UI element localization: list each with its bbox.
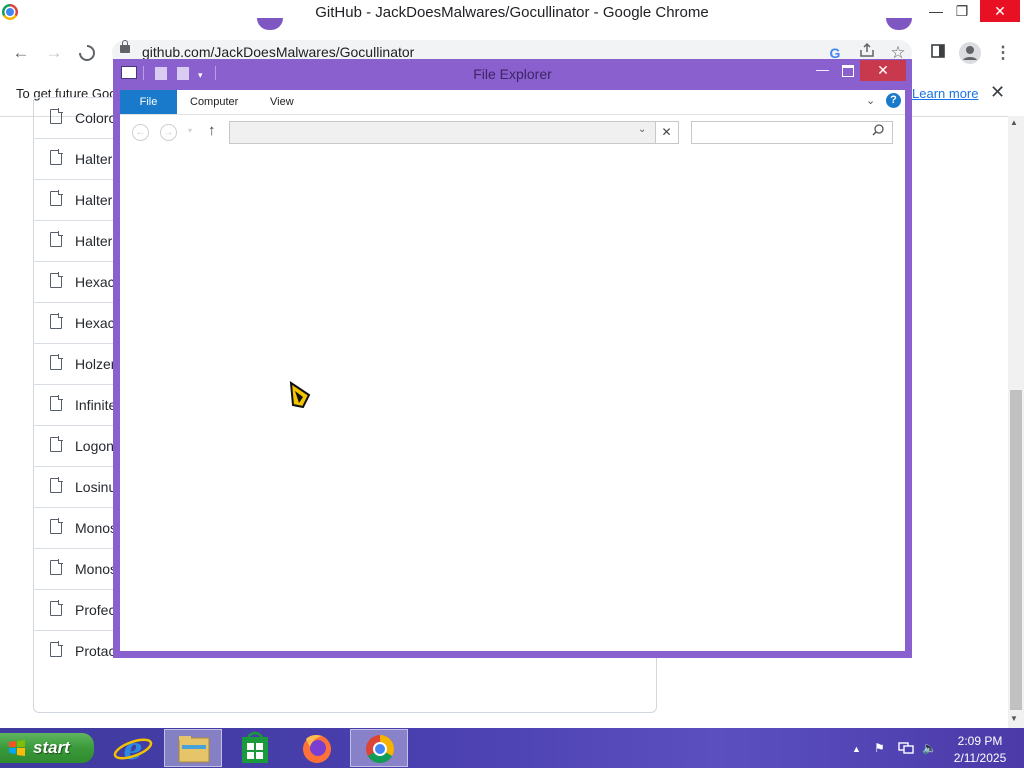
info-bar-close-icon[interactable]: ✕ [990,82,1005,103]
file-icon [50,559,63,575]
file-name-link[interactable]: Infinite [75,397,116,413]
file-name-link[interactable]: Holzer [75,356,115,372]
firefox-icon [303,735,331,763]
file-name-link[interactable]: Hexac [75,315,115,331]
start-button[interactable]: start [0,733,94,763]
start-label: start [33,738,70,757]
back-nav-icon[interactable]: ← [132,124,149,141]
taskbar-internet-explorer[interactable]: e [104,729,162,767]
file-name-link[interactable]: Monos [75,561,117,577]
file-name-link[interactable]: Halter [75,151,112,167]
loading-stop-icon[interactable] [76,42,98,64]
taskbar-store[interactable] [226,729,284,767]
scroll-down-arrow-icon[interactable]: ▼ [1010,714,1018,723]
file-icon [50,600,63,616]
back-icon[interactable]: ← [10,42,32,64]
svg-text:e: e [123,732,142,767]
address-box[interactable] [229,121,656,144]
learn-more-link[interactable]: Learn more [912,86,978,101]
file-icon [50,149,63,165]
file-explorer-folder-icon [178,736,210,763]
file-icon [50,395,63,411]
scroll-up-arrow-icon[interactable]: ▲ [1010,118,1018,127]
file-name-link[interactable]: Protac [75,643,115,659]
file-icon [50,477,63,493]
taskbar-file-explorer[interactable] [164,729,222,767]
fe-maximize-button[interactable] [842,65,854,77]
show-hidden-icons-arrow-icon[interactable]: ▲ [852,744,861,754]
file-name-link[interactable]: Colorc [75,110,115,126]
tab-strip-blob [257,18,283,30]
address-dropdown-chevron-icon[interactable]: ⌄ [638,124,646,135]
address-clear-icon[interactable]: ✕ [655,121,679,144]
taskbar-firefox[interactable] [288,729,346,767]
recent-locations-chevron-icon[interactable]: ▾ [188,126,192,135]
file-icon [50,436,63,452]
file-name-link[interactable]: Losinu [75,479,116,495]
file-explorer-content-area[interactable] [120,90,905,651]
file-icon [50,518,63,534]
tab-file[interactable]: File [120,90,177,114]
search-magnifier-icon[interactable] [871,123,885,142]
chrome-minimize-button[interactable]: — [924,0,948,22]
file-icon [50,272,63,288]
fe-minimize-button[interactable]: — [816,62,829,77]
store-icon [242,731,268,763]
up-arrow-icon[interactable]: ↑ [208,122,216,139]
tab-view[interactable]: View [270,96,294,108]
profile-avatar-icon[interactable] [959,42,981,64]
file-icon [50,313,63,329]
file-icon [50,641,63,657]
side-panel-icon[interactable] [927,42,949,64]
file-name-link[interactable]: Profec [75,602,115,618]
windows-logo-icon [9,740,25,756]
busy-cursor-icon [289,381,311,416]
file-icon [50,354,63,370]
internet-explorer-icon: e [113,732,153,767]
clock-time[interactable]: 2:09 PM [948,734,1012,748]
network-icon[interactable] [898,741,914,758]
file-explorer-title: File Explorer [473,66,552,82]
scrollbar-thumb[interactable] [1010,390,1022,710]
taskbar-chrome[interactable] [350,729,408,767]
file-icon [50,190,63,206]
file-name-link[interactable]: Hexac [75,274,115,290]
fe-close-button[interactable]: ✕ [860,60,906,81]
url-text[interactable]: github.com/JackDoesMalwares/Gocullinator [142,44,414,60]
chrome-close-button[interactable]: ✕ [980,0,1020,22]
file-name-link[interactable]: Logon [75,438,114,454]
help-icon[interactable]: ? [886,93,901,108]
tab-computer[interactable]: Computer [190,96,238,108]
forward-icon[interactable]: → [43,42,65,64]
action-center-flag-icon[interactable]: ⚑ [874,741,885,755]
file-name-link[interactable]: Halter [75,233,112,249]
clock-date[interactable]: 2/11/2025 [948,751,1012,765]
chrome-restore-button[interactable]: ❐ [950,0,974,22]
file-name-link[interactable]: Halter [75,192,112,208]
volume-icon[interactable]: 🔈 [922,741,937,755]
expand-ribbon-chevron-icon[interactable]: ⌄ [866,94,875,107]
lock-icon[interactable] [120,40,130,53]
file-name-link[interactable]: Monos [75,520,117,536]
file-icon [50,231,63,247]
chrome-window-title: GitHub - JackDoesMalwares/Gocullinator -… [315,4,709,21]
search-input[interactable] [691,121,893,144]
chrome-taskbar-icon [366,735,394,763]
forward-nav-icon[interactable]: → [160,124,177,141]
file-icon [50,108,63,124]
tab-strip-blob [886,18,912,30]
chrome-menu-icon[interactable]: ⋮ [992,42,1014,64]
